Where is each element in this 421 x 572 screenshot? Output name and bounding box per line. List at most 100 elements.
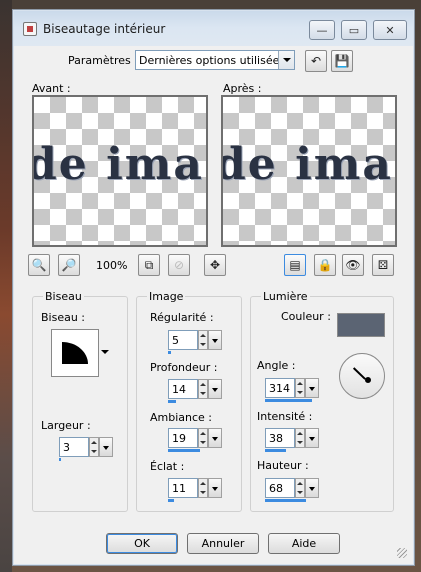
elevation-updown[interactable]: [295, 478, 305, 498]
eye-icon: 👁: [345, 258, 361, 272]
before-preview-image: de ima: [32, 139, 204, 190]
presets-select[interactable]: Dernières options utilisées: [135, 50, 295, 70]
elevation-slider-dropdown[interactable]: [305, 478, 319, 498]
width-spinner[interactable]: 3: [59, 437, 113, 461]
angle-level-bar: [265, 399, 312, 402]
randomize-button[interactable]: ⚄: [372, 254, 394, 276]
elevation-spinner[interactable]: 68: [265, 478, 319, 502]
angle-dial[interactable]: [339, 353, 385, 399]
depth-spinner[interactable]: 14: [168, 379, 222, 403]
shininess-updown[interactable]: [198, 478, 208, 498]
bevel-group: Biseau Biseau : Largeur : 3: [32, 290, 128, 512]
smoothness-slider-dropdown[interactable]: [208, 330, 222, 350]
after-preview: de ima: [221, 95, 397, 247]
image-group: Image Régularité : 5 Profondeur : 14 Amb…: [136, 290, 242, 512]
zoom-out-button[interactable]: 🔍: [28, 254, 50, 276]
floppy-disk-icon: 💾: [334, 54, 350, 68]
navigator-icon: ⊘: [173, 258, 185, 272]
reset-button[interactable]: ↶: [305, 50, 327, 72]
lock-icon: 🔒: [317, 258, 333, 272]
ambience-updown[interactable]: [198, 428, 208, 448]
width-input[interactable]: 3: [59, 437, 89, 457]
after-label: Après :: [223, 82, 262, 95]
shininess-label: Éclat :: [150, 460, 185, 473]
elevation-input[interactable]: 68: [265, 478, 295, 498]
dialog-window: Biseautage intérieur — ▭ ✕ Paramètres : …: [12, 9, 415, 566]
depth-label: Profondeur :: [150, 361, 218, 374]
width-slider-dropdown[interactable]: [99, 437, 113, 457]
intensity-updown[interactable]: [295, 428, 305, 448]
app-icon: [23, 22, 37, 36]
zoom-in-icon: 🔎: [61, 258, 77, 272]
intensity-spinner[interactable]: 38: [265, 428, 319, 452]
dialog-content: Paramètres : Dernières options utilisées…: [18, 46, 409, 560]
bevel-shape-preview[interactable]: [51, 329, 99, 377]
resize-grip-icon[interactable]: [397, 548, 407, 558]
zoom-in-button[interactable]: 🔎: [58, 254, 80, 276]
intensity-slider-dropdown[interactable]: [305, 428, 319, 448]
smoothness-spinner[interactable]: 5: [168, 330, 222, 354]
undo-icon: ↶: [310, 54, 322, 68]
angle-dial-knob: [365, 377, 371, 383]
light-color-swatch[interactable]: [337, 313, 385, 337]
window-title: Biseautage intérieur: [43, 22, 166, 36]
proof-button[interactable]: 👁: [342, 254, 364, 276]
toggle-preview-button[interactable]: ▤: [284, 254, 306, 276]
ambience-slider-dropdown[interactable]: [208, 428, 222, 448]
fit-window-icon: ⧉: [144, 257, 154, 272]
width-level-bar: [59, 458, 61, 461]
angle-slider-dropdown[interactable]: [305, 378, 319, 398]
depth-level-bar: [168, 400, 176, 403]
intensity-input[interactable]: 38: [265, 428, 295, 448]
shininess-input[interactable]: 11: [168, 478, 198, 498]
presets-label: Paramètres :: [68, 54, 138, 67]
angle-dial-needle: [352, 367, 366, 380]
smoothness-input[interactable]: 5: [168, 330, 198, 350]
depth-slider-dropdown[interactable]: [208, 379, 222, 399]
lock-button[interactable]: 🔒: [314, 254, 336, 276]
before-preview[interactable]: de ima: [32, 95, 208, 247]
cancel-button[interactable]: Annuler: [187, 533, 259, 554]
shininess-slider-dropdown[interactable]: [208, 478, 222, 498]
depth-input[interactable]: 14: [168, 379, 198, 399]
ambience-spinner[interactable]: 19: [168, 428, 222, 452]
zoom-out-icon: 🔍: [31, 258, 47, 272]
presets-value: Dernières options utilisées: [139, 54, 286, 67]
chevron-down-icon[interactable]: [278, 51, 294, 69]
background-image: [0, 0, 12, 572]
smoothness-level-bar: [168, 351, 171, 354]
elevation-label: Hauteur :: [257, 459, 309, 472]
chevron-down-icon[interactable]: [97, 343, 113, 361]
title-bar[interactable]: Biseautage intérieur — ▭ ✕: [13, 10, 414, 46]
angle-spinner[interactable]: 314: [265, 378, 319, 402]
intensity-level-bar: [265, 449, 286, 452]
angle-updown[interactable]: [295, 378, 305, 398]
image-group-title: Image: [147, 290, 186, 303]
ok-button[interactable]: OK: [106, 533, 178, 554]
depth-updown[interactable]: [198, 379, 208, 399]
light-group: Lumière Couleur : Angle : 314 Intensité …: [250, 290, 394, 512]
before-label: Avant :: [32, 82, 71, 95]
move-preview-button[interactable]: ✥: [204, 254, 226, 276]
help-button[interactable]: Aide: [268, 533, 340, 554]
after-preview-image: de ima: [221, 139, 393, 190]
split-view-icon: ▤: [289, 258, 301, 272]
maximize-button[interactable]: ▭: [341, 20, 367, 40]
close-button[interactable]: ✕: [373, 20, 407, 40]
ambience-input[interactable]: 19: [168, 428, 198, 448]
shininess-spinner[interactable]: 11: [168, 478, 222, 502]
navigate-button[interactable]: ⊘: [168, 254, 190, 276]
save-preset-button[interactable]: 💾: [331, 50, 353, 72]
ambience-label: Ambiance :: [150, 411, 213, 424]
angle-input[interactable]: 314: [265, 378, 295, 398]
minimize-button[interactable]: —: [309, 20, 335, 40]
smoothness-updown[interactable]: [198, 330, 208, 350]
move-icon: ✥: [209, 258, 221, 272]
smoothness-label: Régularité :: [150, 311, 214, 324]
bevel-shape-dropdown[interactable]: [99, 343, 113, 363]
fit-zoom-button[interactable]: ⧉: [138, 254, 160, 276]
intensity-label: Intensité :: [257, 410, 313, 423]
bevel-shape-icon: [62, 342, 88, 364]
zoom-level: 100%: [96, 259, 128, 272]
width-updown[interactable]: [89, 437, 99, 457]
